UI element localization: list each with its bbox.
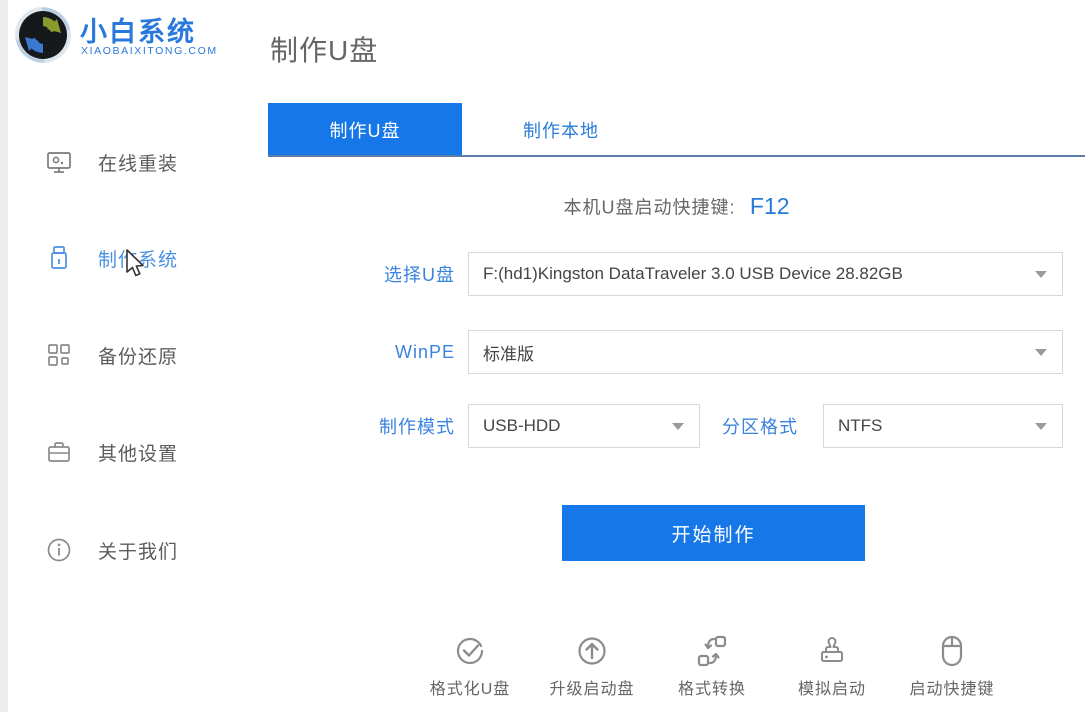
boot-hotkey-value: F12 [749, 193, 790, 219]
toolbar-label-boot-hotkey: 启动快捷键 [909, 681, 995, 698]
mode-select[interactable]: USB-HDD [468, 404, 700, 448]
usb-select[interactable]: F:(hd1)Kingston DataTraveler 3.0 USB Dev… [468, 252, 1063, 296]
sidebar-label-other-settings: 其他设置 [98, 443, 179, 465]
partition-select-label: 分区格式 [722, 417, 798, 437]
upgrade-boot-icon [578, 637, 606, 665]
tab-make-local-label: 制作本地 [523, 120, 599, 141]
sidebar-label-online-reinstall: 在线重装 [98, 153, 179, 175]
chevron-down-icon [1035, 271, 1047, 278]
tab-make-usb[interactable]: 制作U盘 [268, 103, 462, 156]
toolbar-format-usb[interactable]: 格式化U盘 [410, 633, 530, 699]
briefcase-icon [48, 442, 70, 462]
tab-underline [268, 155, 1085, 157]
mode-select-label: 制作模式 [379, 417, 455, 437]
winpe-select-label: WinPE [394, 341, 455, 362]
monitor-icon [47, 152, 71, 173]
start-make-button[interactable]: 开始制作 [562, 505, 865, 561]
toolbar-format-convert[interactable]: 格式转换 [652, 633, 772, 699]
toolbar-label-format-convert: 格式转换 [677, 681, 746, 698]
mode-select-value: USB-HDD [483, 416, 561, 435]
format-convert-icon [697, 635, 727, 667]
sidebar-item-backup-restore[interactable]: 备份还原 [30, 333, 240, 377]
boot-hotkey-icon [941, 635, 963, 667]
start-make-button-label: 开始制作 [671, 524, 756, 546]
chevron-down-icon [1035, 423, 1047, 430]
tab-make-local[interactable]: 制作本地 [462, 103, 660, 156]
toolbar-upgrade-boot[interactable]: 升级启动盘 [532, 633, 652, 699]
winpe-select-value: 标准版 [483, 344, 534, 364]
simulate-boot-icon [821, 637, 843, 662]
usb-select-value: F:(hd1)Kingston DataTraveler 3.0 USB Dev… [483, 264, 903, 283]
usb-drive-icon [51, 246, 67, 269]
format-usb-icon [456, 637, 484, 665]
chevron-down-icon [672, 423, 684, 430]
sidebar-item-about-us[interactable]: 关于我们 [30, 528, 240, 572]
sidebar-label-about-us: 关于我们 [98, 541, 179, 563]
boot-hotkey-row: 本机U盘启动快捷键: F12 [268, 193, 1085, 220]
tab-make-usb-label: 制作U盘 [329, 120, 401, 141]
backup-restore-icon [48, 344, 70, 366]
usb-select-label: 选择U盘 [384, 265, 455, 285]
toolbar-label-simulate-boot: 模拟启动 [797, 681, 866, 698]
brand-domain: XIAOBAIXITONG.COM [81, 45, 218, 57]
toolbar-simulate-boot[interactable]: 模拟启动 [772, 633, 892, 699]
winpe-select[interactable]: 标准版 [468, 330, 1063, 374]
mouse-cursor [126, 249, 144, 277]
toolbar-label-format-usb: 格式化U盘 [429, 681, 511, 698]
toolbar-label-upgrade-boot: 升级启动盘 [549, 681, 635, 698]
partition-select[interactable]: NTFS [823, 404, 1063, 448]
sidebar-label-backup-restore: 备份还原 [98, 346, 179, 368]
page-title: 制作U盘 [270, 35, 379, 66]
left-edge-strip [0, 0, 8, 712]
sidebar-item-other-settings[interactable]: 其他设置 [30, 430, 240, 474]
boot-hotkey-label: 本机U盘启动快捷键: [563, 197, 736, 218]
info-icon [47, 538, 71, 562]
brand-name: 小白系统 [80, 17, 196, 47]
sidebar-item-online-reinstall[interactable]: 在线重装 [30, 140, 240, 184]
toolbar-boot-hotkey[interactable]: 启动快捷键 [892, 633, 1012, 699]
app-logo-icon [15, 7, 71, 63]
chevron-down-icon [1035, 349, 1047, 356]
partition-select-value: NTFS [838, 416, 883, 435]
